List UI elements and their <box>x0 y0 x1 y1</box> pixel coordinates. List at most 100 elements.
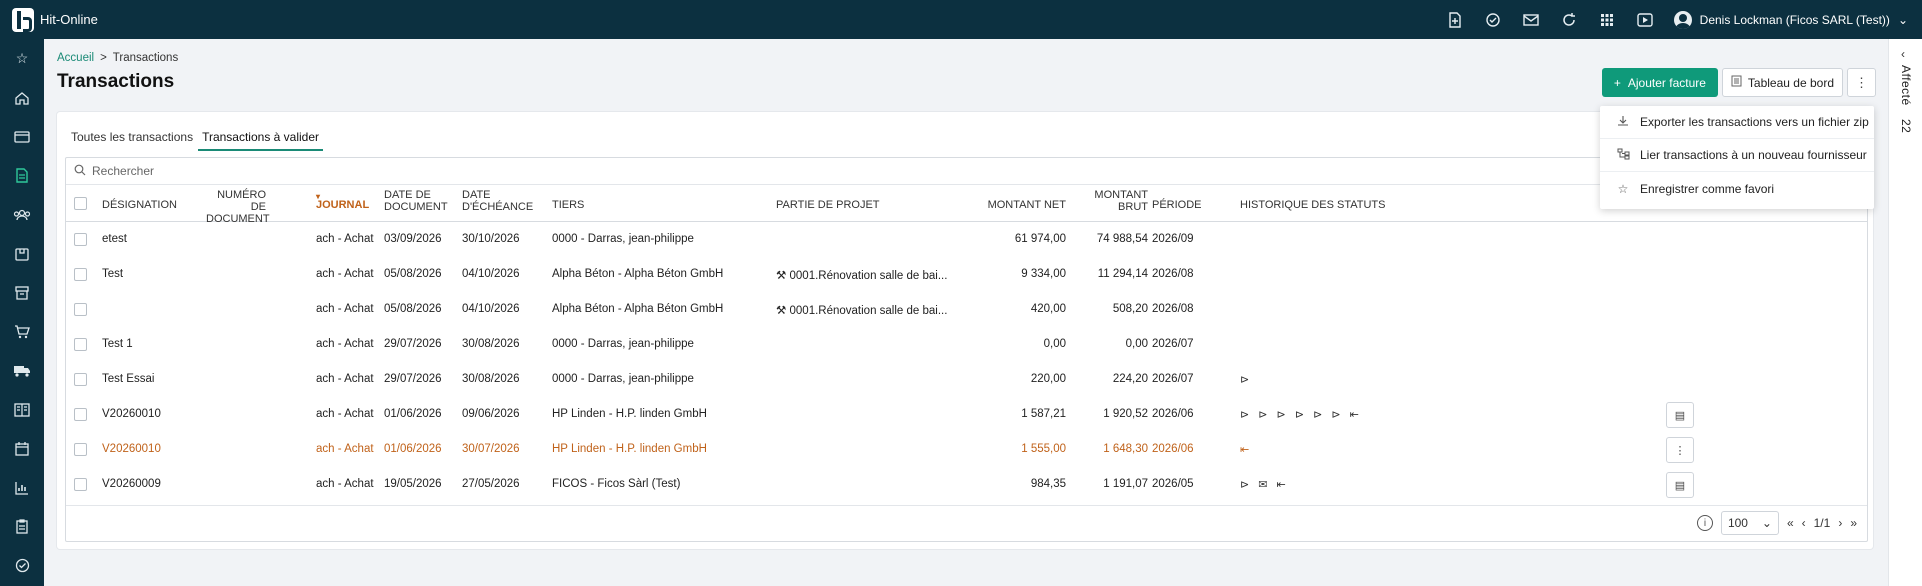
user-menu[interactable]: Denis Lockman (Ficos SARL (Test)) ⌄ <box>1664 10 1922 29</box>
cell-period: 2026/09 <box>1152 233 1194 245</box>
task-check-icon[interactable] <box>1474 0 1512 39</box>
cell-third-party: Alpha Béton - Alpha Béton GmbH <box>552 268 724 280</box>
col-journal[interactable]: ▾ Journal <box>316 192 370 211</box>
package-icon[interactable] <box>0 234 44 273</box>
page-size-select[interactable]: 100 ⌄ <box>1720 511 1779 535</box>
row-checkbox[interactable] <box>74 478 87 491</box>
search-input[interactable] <box>92 164 392 178</box>
top-icons: Denis Lockman (Ficos SARL (Test)) ⌄ <box>1436 0 1922 39</box>
add-invoice-label: Ajouter facture <box>1627 75 1706 90</box>
row-document-button[interactable]: ▤ <box>1666 472 1694 498</box>
cell-journal: ach - Achat <box>316 233 374 245</box>
cell-due-date: 04/10/2026 <box>462 268 520 280</box>
row-checkbox[interactable] <box>74 233 87 246</box>
row-more-button[interactable]: ⋮ <box>1666 437 1694 463</box>
col-project-part[interactable]: Partie de projet <box>776 199 880 211</box>
favorites-star-icon[interactable]: ☆ <box>0 39 44 78</box>
page-info: 1/1 <box>1813 516 1831 530</box>
check-circle-icon[interactable] <box>0 546 44 585</box>
table-row[interactable]: Test ach - Achat 05/08/2026 04/10/2026 Alpha… <box>66 257 1867 292</box>
card-icon[interactable] <box>0 117 44 156</box>
cell-journal: ach - Achat <box>316 303 374 315</box>
col-due-date[interactable]: Date d'échéance <box>462 189 533 213</box>
menu-item-link-supplier[interactable]: Lier transactions à un nouveau fournisse… <box>1600 139 1874 172</box>
cell-designation: etest <box>102 233 127 245</box>
row-checkbox[interactable] <box>74 303 87 316</box>
cell-gross-amount: 0,00 <box>1125 338 1148 350</box>
refresh-icon[interactable] <box>1550 0 1588 39</box>
cell-journal: ach - Achat <box>316 478 374 490</box>
more-options-button[interactable]: ⋮ <box>1847 68 1876 97</box>
col-designation[interactable]: Désignation <box>102 199 177 211</box>
table-row[interactable]: ach - Achat 05/08/2026 04/10/2026 Alpha Bét… <box>66 292 1867 327</box>
col-net-amount[interactable]: Montant net <box>976 199 1066 211</box>
top-bar: Hit-Online Denis Lockman (Ficos SARL (Te… <box>0 0 1922 39</box>
next-page-icon[interactable]: › <box>1838 516 1842 530</box>
chevron-left-icon[interactable]: ‹ <box>1901 47 1905 61</box>
contacts-group-icon[interactable] <box>0 195 44 234</box>
video-help-icon[interactable] <box>1626 0 1664 39</box>
cell-third-party: HP Linden - H.P. linden GmbH <box>552 443 707 455</box>
archive-icon[interactable] <box>0 273 44 312</box>
col-third-party[interactable]: Tiers <box>552 199 584 211</box>
dashboard-icon <box>1731 75 1742 90</box>
cart-icon[interactable] <box>0 312 44 351</box>
tab-all-transactions[interactable]: Toutes les transactions <box>67 128 197 151</box>
chart-icon[interactable] <box>0 468 44 507</box>
document-icon: ▤ <box>1674 409 1686 422</box>
col-gross-amount[interactable]: Montant brut <box>1066 189 1148 213</box>
breadcrumb-home[interactable]: Accueil <box>57 52 94 64</box>
row-checkbox[interactable] <box>74 408 87 421</box>
ledger-icon[interactable] <box>0 390 44 429</box>
table-row[interactable]: Test Essai ach - Achat 29/07/2026 30/08/202… <box>66 362 1867 397</box>
home-icon[interactable] <box>0 78 44 117</box>
info-icon[interactable]: i <box>1696 515 1713 531</box>
menu-item-export-zip[interactable]: Exporter les transactions vers un fichie… <box>1600 106 1874 139</box>
more-options-menu: Exporter les transactions vers un fichie… <box>1600 106 1874 209</box>
col-journal-label: Journal <box>316 199 370 211</box>
table-row[interactable]: etest ach - Achat 03/09/2026 30/10/2026 0000… <box>66 222 1867 257</box>
new-document-icon[interactable] <box>1436 0 1474 39</box>
cell-period: 2026/07 <box>1152 373 1194 385</box>
dashboard-button[interactable]: Tableau de bord <box>1721 68 1843 97</box>
col-doc-number[interactable]: Numéro de document <box>206 189 270 225</box>
cell-period: 2026/06 <box>1152 443 1194 455</box>
kebab-icon: ⋮ <box>1674 444 1686 457</box>
clipboard-icon[interactable] <box>0 507 44 546</box>
assigned-panel-toggle[interactable]: Affecté 22 <box>1899 65 1913 134</box>
calendar-icon[interactable] <box>0 429 44 468</box>
table-row[interactable]: V20260009 ach - Achat 19/05/2026 27/05/2026… <box>66 467 1867 502</box>
col-doc-date[interactable]: Date de document <box>384 189 448 213</box>
cell-status-history: ⊳ ✉ ⇤ <box>1240 479 1289 491</box>
row-checkbox[interactable] <box>74 268 87 281</box>
app-logo[interactable]: Hit-Online <box>0 7 98 32</box>
apps-grid-icon[interactable] <box>1588 0 1626 39</box>
transactions-table: Désignation Numéro de document ▾ Journal… <box>65 157 1868 542</box>
row-checkbox[interactable] <box>74 443 87 456</box>
truck-icon[interactable] <box>0 351 44 390</box>
row-document-button[interactable]: ▤ <box>1666 402 1694 428</box>
row-checkbox[interactable] <box>74 373 87 386</box>
select-all-checkbox[interactable] <box>74 197 87 210</box>
transactions-document-icon[interactable] <box>0 156 44 195</box>
breadcrumb-separator: > <box>100 52 107 64</box>
cell-status-history: ⊳ ⊳ ⊳ ⊳ ⊳ ⊳ ⇤ <box>1240 409 1362 421</box>
add-invoice-button[interactable]: + Ajouter facture <box>1601 68 1718 97</box>
row-checkbox[interactable] <box>74 338 87 351</box>
mail-icon[interactable] <box>1512 0 1550 39</box>
table-row[interactable]: Test 1 ach - Achat 29/07/2026 30/08/2026 000… <box>66 327 1867 362</box>
prev-page-icon[interactable]: ‹ <box>1802 516 1806 530</box>
cell-gross-amount: 1 191,07 <box>1103 478 1148 490</box>
first-page-icon[interactable]: « <box>1787 516 1794 530</box>
cell-doc-date: 01/06/2026 <box>384 443 442 455</box>
right-panel-rail[interactable]: ‹ Affecté 22 <box>1888 39 1922 586</box>
col-status-history[interactable]: Historique des statuts <box>1240 199 1385 211</box>
table-row[interactable]: V20260010 ach - Achat 01/06/2026 09/06/2026… <box>66 397 1867 432</box>
col-doc-date-line1: Date de <box>384 189 431 201</box>
table-row[interactable]: V20260010 ach - Achat 01/06/2026 30/07/2026… <box>66 432 1867 467</box>
tab-transactions-to-validate[interactable]: Transactions à valider <box>198 128 324 151</box>
col-due-date-line2: d'échéance <box>462 201 534 213</box>
menu-item-save-favorite[interactable]: ☆ Enregistrer comme favori <box>1600 172 1874 205</box>
col-period[interactable]: Période <box>1152 199 1202 211</box>
last-page-icon[interactable]: » <box>1850 516 1857 530</box>
